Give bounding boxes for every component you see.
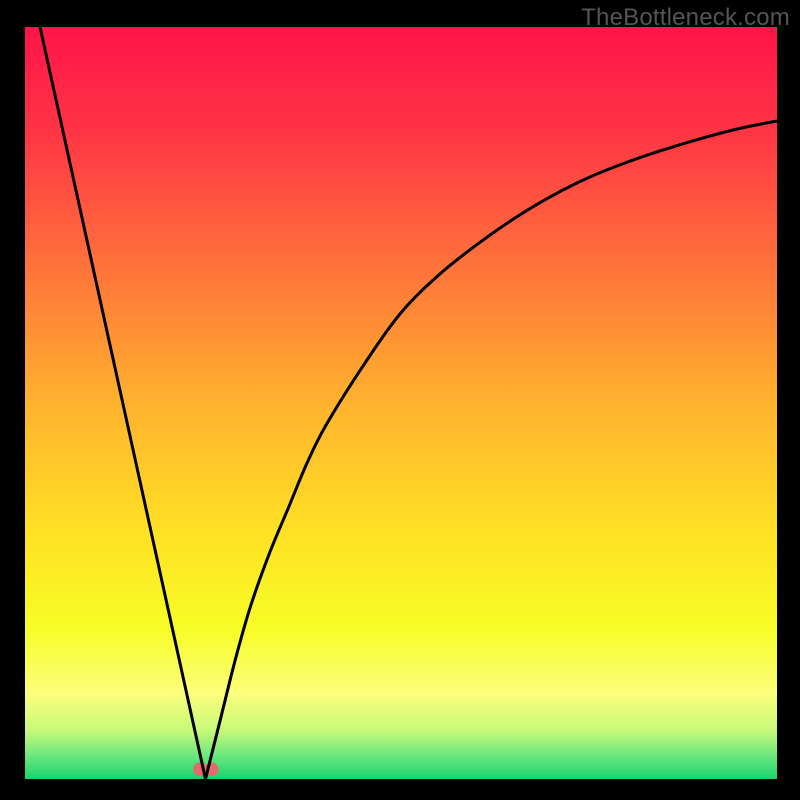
bottleneck-chart — [25, 27, 777, 779]
gradient-background — [25, 27, 777, 779]
plot-frame — [25, 27, 777, 779]
